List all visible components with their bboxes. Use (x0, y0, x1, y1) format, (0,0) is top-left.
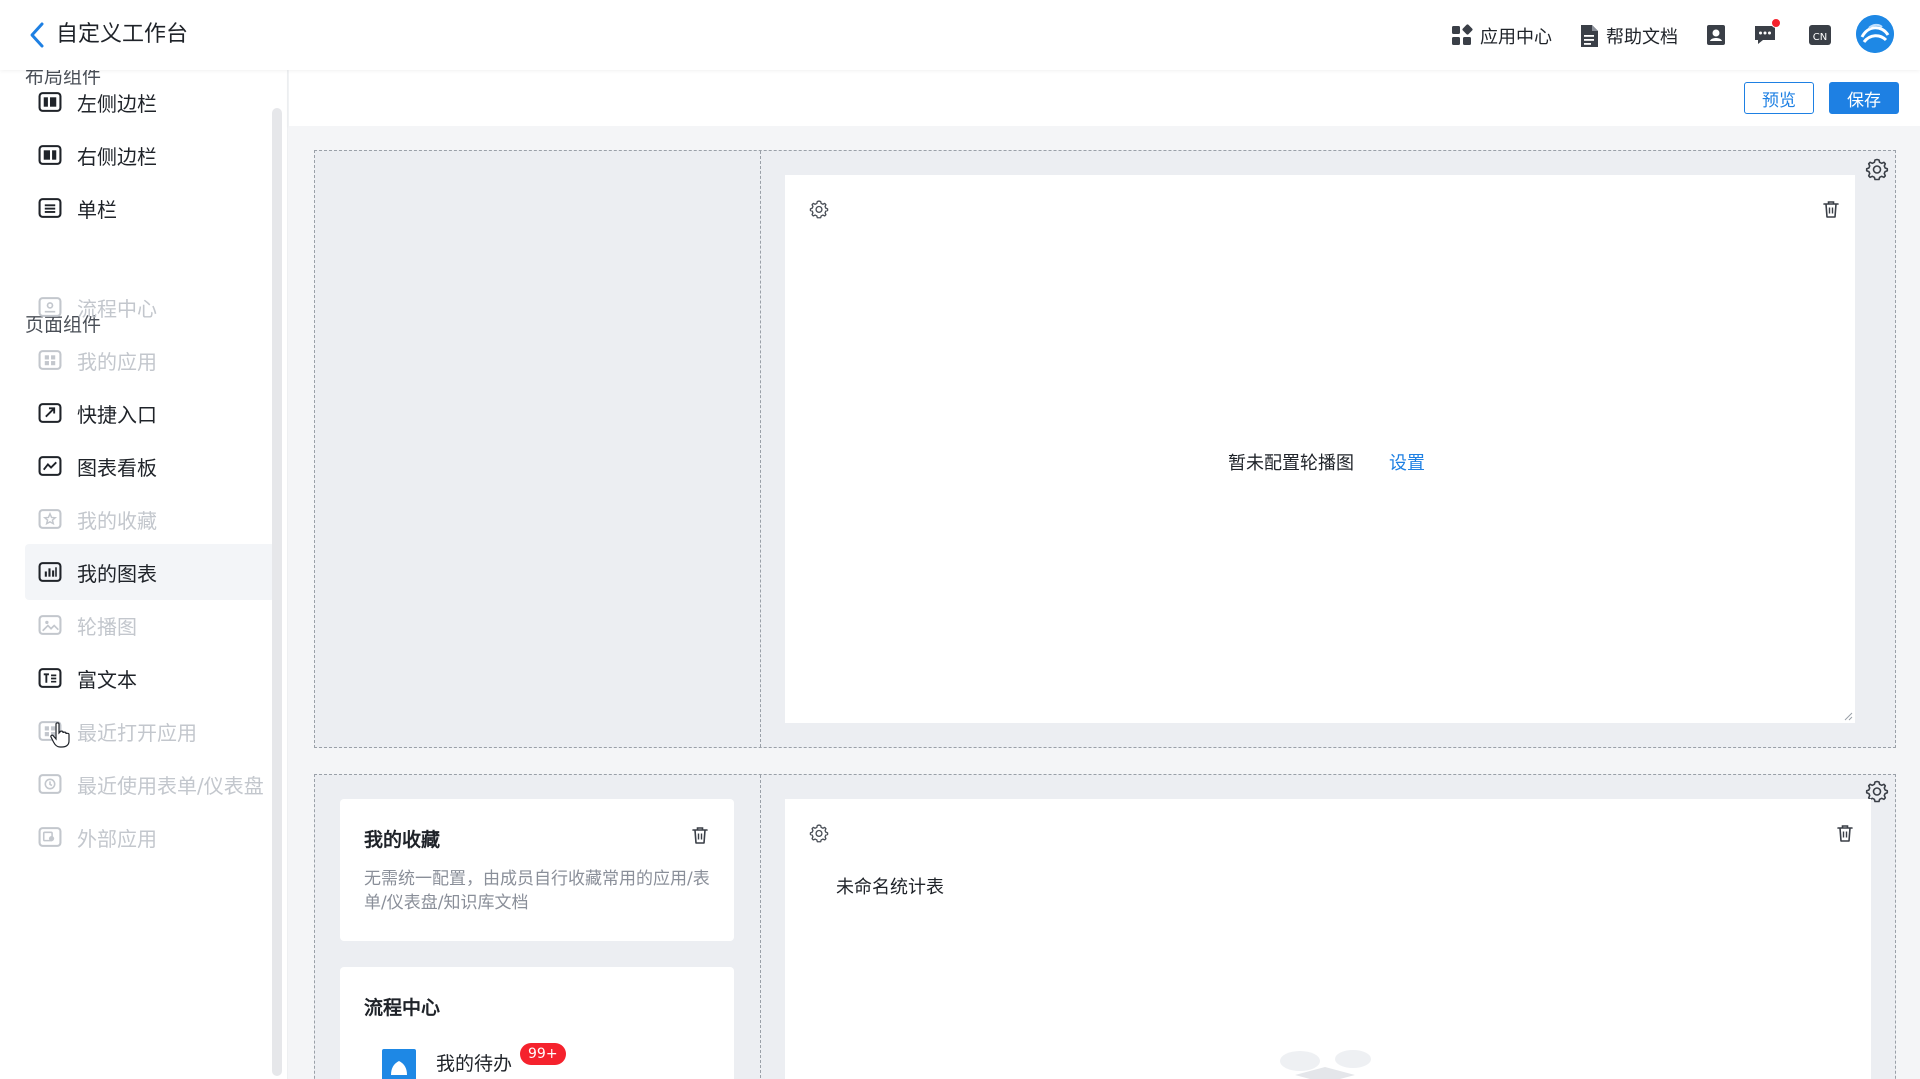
process-center-widget[interactable]: 流程中心 我的待办 99+ (340, 967, 734, 1079)
rich-text-icon (37, 666, 63, 690)
sidebar-item-left-sidebar-layout[interactable]: 左侧边栏 (25, 74, 275, 130)
sidebar-item-single-column[interactable]: 单栏 (25, 180, 275, 236)
delete-widget-icon[interactable] (1821, 199, 1841, 219)
widget-settings-icon[interactable] (809, 823, 829, 843)
todo-count-badge: 99+ (520, 1043, 566, 1065)
delete-widget-icon[interactable] (690, 825, 710, 845)
app-center-link[interactable]: 应用中心 (1450, 22, 1552, 50)
favorites-title: 我的收藏 (364, 829, 441, 851)
contacts-icon[interactable] (1703, 22, 1729, 48)
sidebar-item-right-sidebar-layout[interactable]: 右侧边栏 (25, 127, 275, 183)
top-header: 自定义工作台 应用中心 帮助文档 CN (0, 0, 1920, 70)
app-center-label: 应用中心 (1480, 27, 1552, 48)
sidebar-item-label: 我的图表 (77, 561, 157, 586)
shortcut-icon (37, 401, 63, 425)
editor-toolbar: 预览 保存 (289, 70, 1920, 126)
sidebar-item-chart-board[interactable]: 图表看板 (25, 438, 275, 494)
carousel-icon (37, 613, 63, 637)
sidebar-item-shortcut[interactable]: 快捷入口 (25, 385, 275, 441)
sidebar-item-favorites[interactable]: 我的收藏 (25, 491, 275, 547)
todo-icon (382, 1049, 416, 1079)
sidebar-item-label: 外部应用 (77, 826, 157, 851)
sidebar-item-label: 右侧边栏 (77, 144, 157, 169)
sidebar-item-label: 富文本 (77, 667, 137, 692)
sidebar-item-label: 左侧边栏 (77, 91, 157, 116)
favorites-icon (37, 507, 63, 531)
sidebar-item-label: 最近使用表单/仪表盘 (77, 773, 264, 798)
sidebar-item-label: 我的应用 (77, 349, 157, 374)
column-divider (760, 775, 761, 1079)
delete-widget-icon[interactable] (1835, 823, 1855, 843)
todo-label[interactable]: 我的待办 (436, 1049, 512, 1076)
chart-board-icon (37, 454, 63, 478)
my-charts-icon (37, 560, 63, 584)
component-sidebar: 布局组件 左侧边栏 右侧边栏 单栏 页面组件 流程中心 我的应用 快捷入口 图表看板 我的收… (0, 70, 288, 1079)
sidebar-item-my-charts[interactable]: 我的图表 (25, 544, 275, 600)
help-docs-label: 帮助文档 (1606, 27, 1678, 48)
resize-handle-icon[interactable] (1843, 711, 1853, 721)
sidebar-item-label: 轮播图 (77, 614, 137, 639)
external-apps-icon (37, 825, 63, 849)
sidebar-item-recent-forms[interactable]: 最近使用表单/仪表盘 (25, 756, 275, 812)
sidebar-item-label: 单栏 (77, 197, 117, 222)
layout-row-2[interactable]: 我的收藏 无需统一配置，由成员自行收藏常用的应用/表单/仪表盘/知识库文档 流程… (314, 774, 1896, 1079)
sidebar-item-label: 图表看板 (77, 455, 157, 480)
widget-settings-icon[interactable] (809, 199, 829, 219)
chart-title: 未命名统计表 (836, 877, 944, 898)
sidebar-item-process-center[interactable]: 流程中心 (25, 279, 275, 335)
svg-text:CN: CN (1813, 32, 1827, 43)
hand-cursor-icon (50, 722, 70, 748)
sidebar-item-label: 流程中心 (77, 296, 157, 321)
sidebar-item-carousel[interactable]: 轮播图 (25, 597, 275, 653)
sidebar-item-my-apps[interactable]: 我的应用 (25, 332, 275, 388)
workbench-canvas: 暂未配置轮播图 设置 我的收藏 无需统一配置，由成员自行收藏常用的应用/表单/仪… (289, 126, 1920, 1079)
favorites-description: 无需统一配置，由成员自行收藏常用的应用/表单/仪表盘/知识库文档 (364, 869, 710, 913)
app-grid-icon (1452, 24, 1473, 45)
messages-icon[interactable] (1752, 18, 1781, 48)
page-title: 自定义工作台 (56, 22, 189, 47)
empty-state-illustration-icon (1280, 1050, 1371, 1079)
document-icon (1581, 25, 1598, 47)
my-apps-icon (37, 348, 63, 372)
save-button[interactable]: 保存 (1829, 82, 1899, 114)
help-docs-link[interactable]: 帮助文档 (1578, 22, 1678, 50)
carousel-widget[interactable]: 暂未配置轮播图 设置 (785, 175, 1855, 723)
sidebar-item-rich-text[interactable]: 富文本 (25, 650, 275, 706)
column-divider (760, 151, 761, 747)
notification-dot (1771, 18, 1781, 28)
language-switch-icon[interactable]: CN (1807, 22, 1833, 48)
left-sidebar-layout-icon (37, 90, 63, 114)
sidebar-item-label: 我的收藏 (77, 508, 157, 533)
right-sidebar-layout-icon (37, 143, 63, 167)
favorites-widget[interactable]: 我的收藏 无需统一配置，由成员自行收藏常用的应用/表单/仪表盘/知识库文档 (340, 799, 734, 941)
back-arrow-icon[interactable] (26, 20, 54, 50)
sidebar-item-label: 最近打开应用 (77, 720, 197, 745)
sidebar-item-external-apps[interactable]: 外部应用 (25, 809, 275, 865)
process-center-title: 流程中心 (364, 997, 441, 1019)
carousel-setup-link[interactable]: 设置 (1389, 449, 1425, 475)
process-center-icon (37, 295, 63, 319)
preview-button[interactable]: 预览 (1744, 82, 1814, 114)
recent-forms-icon (37, 772, 63, 796)
user-avatar[interactable] (1856, 15, 1894, 53)
statistics-chart-widget[interactable]: 未命名统计表 (785, 799, 1871, 1079)
carousel-empty-text: 暂未配置轮播图 (1228, 453, 1354, 474)
row-settings-icon[interactable] (1865, 157, 1889, 181)
layout-row-1[interactable]: 暂未配置轮播图 设置 (314, 150, 1896, 748)
single-column-icon (37, 196, 63, 220)
sidebar-item-label: 快捷入口 (77, 402, 157, 427)
sidebar-scrollbar[interactable] (272, 108, 282, 1076)
